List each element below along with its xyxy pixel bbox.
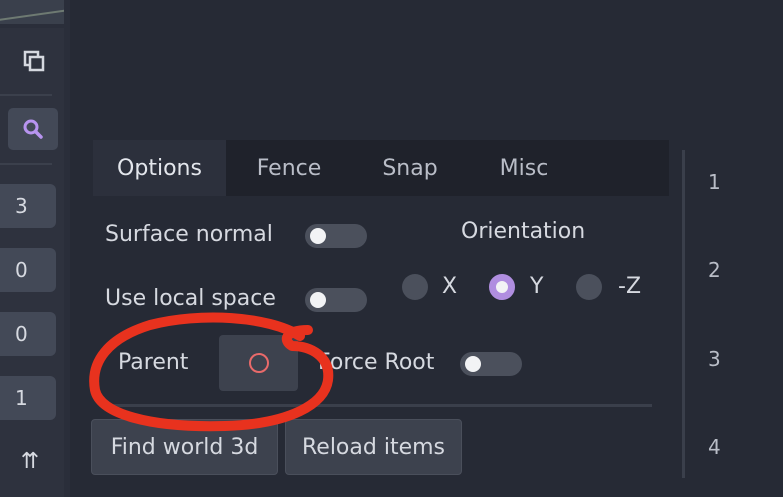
section-divider: [100, 404, 652, 407]
toggle-knob: [465, 356, 481, 372]
value-button-1[interactable]: 3: [0, 184, 56, 228]
force-root-label: Force Root: [318, 350, 435, 375]
orientation-neg-z-radio[interactable]: [576, 274, 602, 300]
parent-label: Parent: [118, 350, 189, 375]
ruler-number-2: 2: [708, 258, 721, 282]
tab-misc[interactable]: Misc: [474, 140, 574, 196]
value-button-2[interactable]: 0: [0, 248, 56, 292]
orientation-title: Orientation: [461, 219, 586, 244]
ruler-number-1: 1: [708, 170, 721, 194]
value-button-4[interactable]: 1: [0, 376, 56, 420]
use-local-space-label: Use local space: [105, 286, 276, 311]
collapse-icon[interactable]: ⇈: [10, 446, 50, 476]
orientation-x-label: X: [442, 274, 458, 299]
parent-circle-icon: [248, 353, 269, 373]
toggle-knob: [310, 292, 326, 308]
toolbar-separator: [0, 163, 52, 165]
orientation-x-radio[interactable]: [402, 274, 428, 300]
search-icon: [23, 119, 43, 139]
ruler-number-4: 4: [708, 435, 721, 459]
copy-icon[interactable]: [14, 46, 54, 76]
viewport-preview: [0, 0, 64, 24]
orientation-y-radio[interactable]: [489, 274, 515, 300]
ruler-line: [682, 150, 685, 478]
force-root-toggle[interactable]: [460, 352, 522, 376]
toolbar-separator: [0, 94, 52, 96]
find-world-3d-button[interactable]: Find world 3d: [91, 419, 278, 475]
use-local-space-toggle[interactable]: [305, 288, 367, 312]
tab-snap[interactable]: Snap: [360, 140, 460, 196]
toggle-knob: [310, 228, 326, 244]
surface-normal-label: Surface normal: [105, 222, 273, 247]
search-button[interactable]: [8, 108, 58, 150]
reload-items-button[interactable]: Reload items: [285, 419, 462, 475]
ruler-number-3: 3: [708, 347, 721, 371]
value-button-3[interactable]: 0: [0, 312, 56, 356]
tab-options[interactable]: Options: [93, 140, 226, 196]
parent-picker-button[interactable]: [219, 335, 298, 391]
orientation-neg-z-label: -Z: [618, 274, 642, 299]
surface-normal-toggle[interactable]: [305, 224, 367, 248]
orientation-y-label: Y: [530, 274, 544, 299]
tab-fence[interactable]: Fence: [232, 140, 346, 196]
